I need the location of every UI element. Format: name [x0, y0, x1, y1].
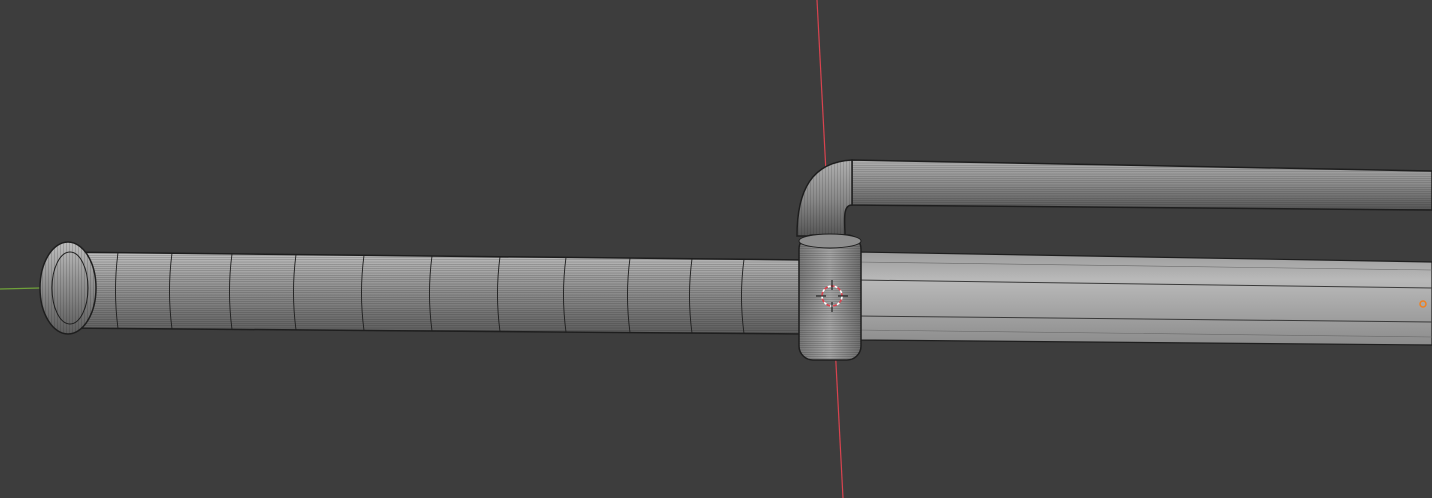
pommel[interactable] — [39, 241, 97, 335]
y-axis-line — [0, 287, 41, 290]
knuckle-bow[interactable] — [796, 159, 1432, 237]
blade[interactable] — [857, 251, 1432, 346]
viewport-canvas[interactable] — [0, 0, 1432, 498]
3d-viewport[interactable] — [0, 0, 1432, 498]
handle-grip[interactable] — [59, 251, 806, 335]
guard-ring[interactable] — [798, 233, 862, 361]
